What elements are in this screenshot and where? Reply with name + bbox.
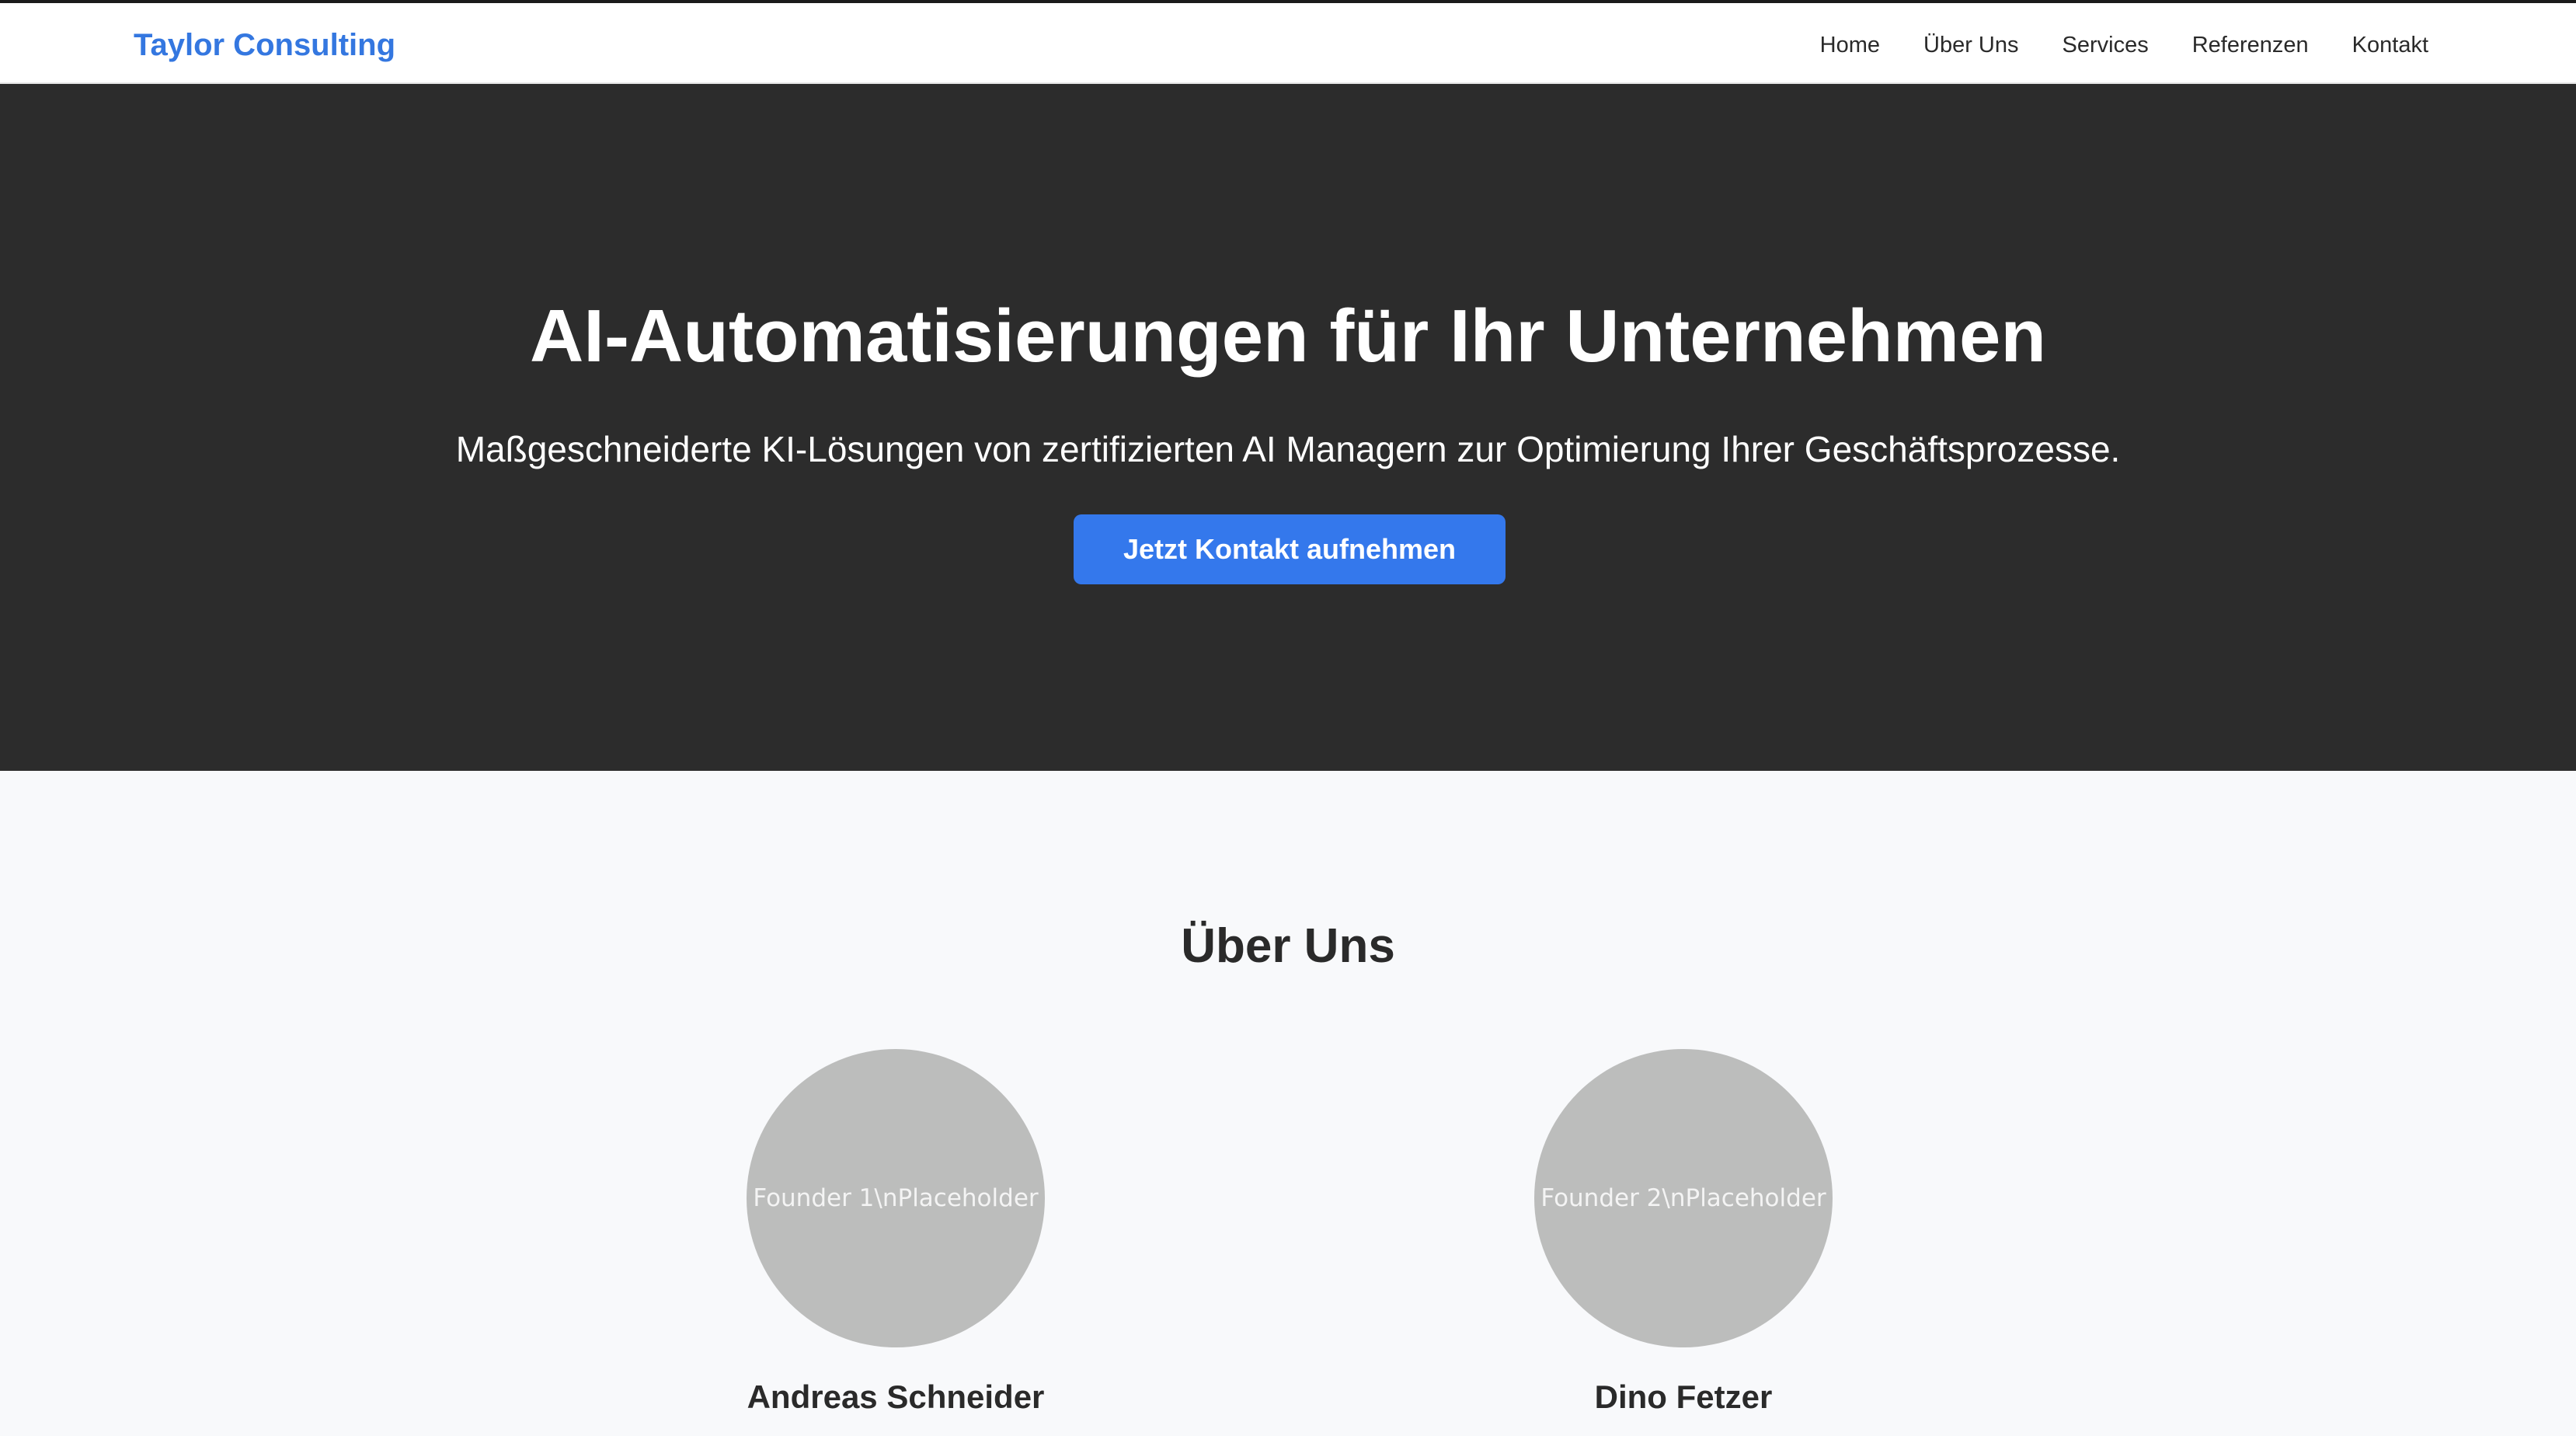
founder-name: Andreas Schneider bbox=[747, 1378, 1045, 1415]
founder-card: Founder 1\nPlaceholder Andreas Schneider bbox=[663, 1049, 1129, 1436]
nav-link-ueber-uns[interactable]: Über Uns bbox=[1923, 30, 2019, 61]
founder-photo-placeholder: Founder 1\nPlaceholder bbox=[747, 1049, 1045, 1347]
contact-cta-button[interactable]: Jetzt Kontakt aufnehmen bbox=[1074, 514, 1506, 584]
brand-logo-link[interactable]: Taylor Consulting bbox=[134, 26, 395, 64]
hero-section: AI-Automatisierungen für Ihr Unternehmen… bbox=[0, 84, 2576, 771]
founder-card: Founder 2\nPlaceholder Dino Fetzer bbox=[1450, 1049, 1916, 1436]
founder-photo-placeholder-text: Founder 1\nPlaceholder bbox=[753, 1184, 1039, 1212]
about-section-title: Über Uns bbox=[1181, 919, 1395, 973]
nav-link-referenzen[interactable]: Referenzen bbox=[2192, 30, 2309, 61]
nav-link-services[interactable]: Services bbox=[2063, 30, 2149, 61]
nav-link-home[interactable]: Home bbox=[1820, 30, 1880, 61]
site-header: Taylor Consulting Home Über Uns Services… bbox=[0, 3, 2576, 84]
main-nav: Home Über Uns Services Referenzen Kontak… bbox=[1820, 30, 2428, 61]
hero-subtitle: Maßgeschneiderte KI-Lösungen von zertifi… bbox=[455, 429, 2121, 469]
founder-photo-placeholder: Founder 2\nPlaceholder bbox=[1534, 1049, 1833, 1347]
founder-name: Dino Fetzer bbox=[1594, 1378, 1773, 1415]
nav-link-kontakt[interactable]: Kontakt bbox=[2352, 30, 2428, 61]
browser-viewport: Taylor Consulting Home Über Uns Services… bbox=[0, 0, 2576, 1436]
hero-title: AI-Automatisierungen für Ihr Unternehmen bbox=[529, 295, 2047, 378]
founder-photo-placeholder-text: Founder 2\nPlaceholder bbox=[1540, 1184, 1826, 1212]
